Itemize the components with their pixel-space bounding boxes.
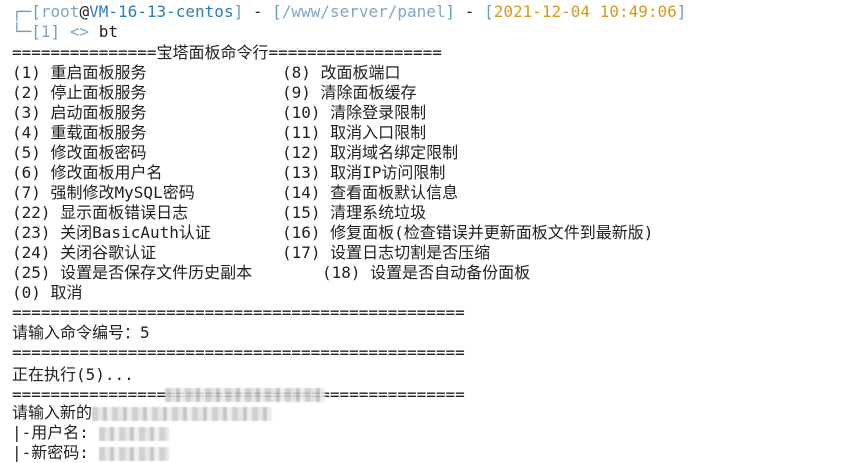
prompt-bracket: [ (31, 22, 41, 41)
menu-item-9: (9) 清除面板缓存 (282, 83, 417, 102)
username-label: |-用户名: (12, 423, 99, 442)
prompt-at: @ (79, 2, 90, 21)
prompt-bracket: ] (50, 22, 61, 41)
command-line: └─[1] <> bt (12, 22, 118, 42)
prompt-path: /www/server/panel (281, 2, 446, 21)
executing-status: 正在执行(5)... (12, 365, 134, 384)
prompt-bracket: [ (484, 2, 494, 21)
prompt-separator: - (243, 2, 273, 21)
menu-item-5: (5) 修改面板密码 (12, 143, 147, 162)
prompt-bracket: ] (233, 2, 244, 21)
menu-item-10: (10) 清除登录限制 (282, 103, 427, 122)
menu-item-8: (8) 改面板端口 (282, 63, 401, 82)
menu-item-1: (1) 重启面板服务 (12, 63, 147, 82)
new-credentials-prompt: 请输入新的 (12, 403, 273, 423)
prompt-separator: - (455, 2, 485, 21)
menu-banner: ===============宝塔面板命令行================== (12, 43, 442, 62)
prompt-corner-bottom: └─ (12, 22, 32, 41)
shell-prompt-line: ┌─[root@VM-16-13-centos] - [/www/server/… (12, 2, 686, 22)
menu-item-25: (25) 设置是否保存文件历史副本 (12, 263, 253, 282)
menu-item-3: (3) 启动面板服务 (12, 103, 147, 122)
menu-item-23: (23) 关闭BasicAuth认证 (12, 223, 211, 242)
password-line: |-新密码: (12, 443, 169, 463)
new-credentials-label: 请输入新的 (12, 403, 93, 422)
prompt-corner-top: ┌─ (12, 2, 32, 21)
prompt-host: VM-16-13-centos (89, 2, 234, 21)
redacted-username (98, 426, 169, 441)
menu-item-24: (24) 关闭谷歌认证 (12, 243, 157, 262)
menu-item-18: (18) 设置是否自动备份面板 (322, 263, 531, 282)
typed-command: bt (98, 22, 118, 41)
prompt-datetime: 2021-12-04 10:49:06 (493, 2, 677, 21)
menu-item-6: (6) 修改面板用户名 (12, 163, 163, 182)
prompt-arrow: <> (69, 22, 90, 41)
password-label: |-新密码: (12, 443, 99, 462)
menu-item-12: (12) 取消域名绑定限制 (282, 143, 459, 162)
menu-item-17: (17) 设置日志切割是否压缩 (282, 243, 491, 262)
separator-line: ========================================… (12, 343, 465, 362)
menu-item-4: (4) 重载面板服务 (12, 123, 147, 142)
redacted-blur (92, 406, 273, 421)
command-input-prompt[interactable]: 请输入命令编号：5 (12, 323, 150, 343)
menu-item-0: (0) 取消 (12, 283, 83, 302)
menu-item-13: (13) 取消IP访问限制 (282, 163, 446, 182)
redacted-password (98, 446, 169, 461)
prompt-bracket: ] (445, 2, 456, 21)
menu-item-22: (22) 显示面板错误日志 (12, 203, 189, 222)
terminal-window[interactable]: ┌─[root@VM-16-13-centos] - [/www/server/… (0, 0, 847, 463)
prompt-user: root (40, 2, 80, 21)
menu-item-14: (14) 查看面板默认信息 (282, 183, 459, 202)
username-line: |-用户名: (12, 423, 169, 443)
menu-item-16: (16) 修复面板(检查错误并更新面板文件到最新版) (282, 223, 654, 242)
menu-item-15: (15) 清理系统垃圾 (282, 203, 427, 222)
menu-item-7: (7) 强制修改MySQL密码 (12, 183, 195, 202)
prompt-bracket: [ (272, 2, 282, 21)
prompt-index: 1 (40, 22, 51, 41)
separator-line: ========================================… (12, 303, 465, 322)
menu-item-11: (11) 取消入口限制 (282, 123, 427, 142)
menu-item-2: (2) 停止面板服务 (12, 83, 147, 102)
prompt-bracket: ] (676, 2, 687, 21)
prompt-bracket: [ (31, 2, 41, 21)
redacted-blur (165, 388, 325, 402)
